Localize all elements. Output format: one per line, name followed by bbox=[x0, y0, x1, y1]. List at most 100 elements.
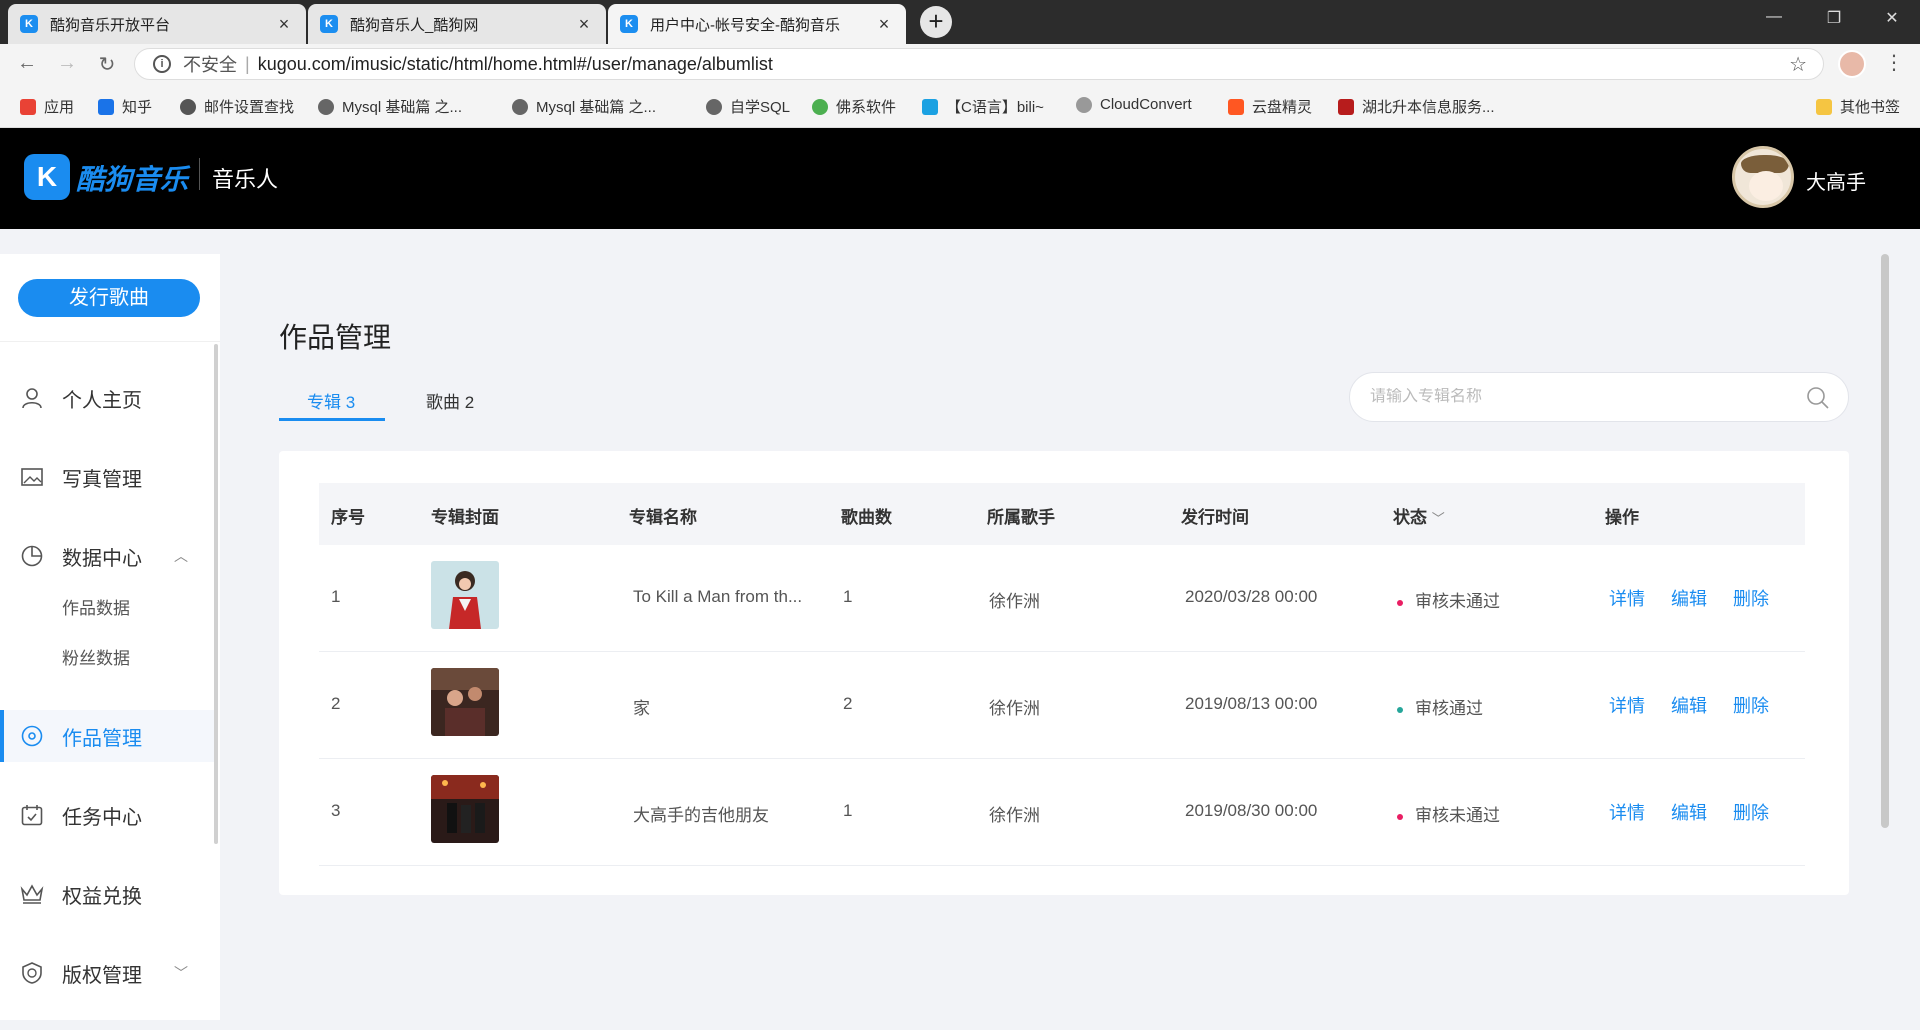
close-icon[interactable]: × bbox=[274, 14, 294, 35]
chevron-up-icon[interactable]: ︿ bbox=[174, 546, 188, 566]
column-header: 状态 bbox=[1393, 508, 1427, 527]
close-icon[interactable]: × bbox=[874, 14, 894, 35]
profile-avatar[interactable] bbox=[1838, 50, 1866, 78]
sidebar-item-label: 作品管理 bbox=[62, 727, 142, 750]
album-cover-image[interactable] bbox=[431, 775, 499, 843]
tab-albums[interactable]: 专辑 3 bbox=[307, 388, 355, 413]
globe-icon bbox=[512, 98, 528, 115]
chevron-down-icon[interactable]: ﹀ bbox=[1432, 511, 1445, 526]
status-text: 审核未通过 bbox=[1415, 806, 1500, 825]
user-name[interactable]: 大高手 bbox=[1806, 166, 1866, 195]
album-cover-image[interactable] bbox=[431, 668, 499, 736]
publish-song-button[interactable]: 发行歌曲 bbox=[18, 279, 200, 317]
kugou-favicon-icon: K bbox=[320, 15, 338, 33]
sidebar-subitem-fans-data[interactable]: 粉丝数据 bbox=[62, 644, 130, 669]
url-text[interactable]: kugou.com/imusic/static/html/home.html#/… bbox=[258, 54, 773, 75]
browser-tab-title: 酷狗音乐开放平台 bbox=[50, 16, 171, 34]
bookmark-item[interactable]: 湖北升本信息服务... bbox=[1338, 96, 1495, 117]
search-input[interactable] bbox=[1370, 388, 1790, 406]
sidebar-subitem-works-data[interactable]: 作品数据 bbox=[62, 594, 130, 619]
song-count: 2 bbox=[843, 694, 853, 713]
chevron-down-icon[interactable]: ﹀ bbox=[174, 963, 188, 983]
tab-songs[interactable]: 歌曲 2 bbox=[426, 388, 474, 413]
page-scrollbar[interactable] bbox=[1881, 254, 1889, 828]
sidebar-item-label: 版权管理 bbox=[62, 964, 142, 987]
column-header: 序号 bbox=[331, 508, 365, 527]
bookmark-star-icon[interactable]: ☆ bbox=[1789, 52, 1807, 77]
globe-icon bbox=[706, 98, 722, 115]
bookmark-item[interactable]: 【C语言】bili~ bbox=[922, 96, 1044, 117]
reload-icon[interactable]: ↻ bbox=[92, 52, 122, 77]
sidebar-item-copyright[interactable]: 版权管理 ﹀ bbox=[0, 947, 214, 999]
info-icon[interactable]: i bbox=[153, 55, 171, 73]
bookmark-item[interactable]: 自学SQL bbox=[706, 96, 790, 117]
bookmark-item[interactable]: 应用 bbox=[20, 96, 74, 117]
bookmark-label: CloudConvert bbox=[1100, 96, 1192, 113]
kugou-logo-icon[interactable]: K bbox=[24, 154, 70, 200]
album-name[interactable]: 家 bbox=[633, 694, 650, 719]
bookmarks-bar: 应用 知乎 邮件设置查找 Mysql 基础篇 之... Mysql 基础篇 之.… bbox=[0, 84, 1920, 128]
site-header: K 酷狗音乐 音乐人 大高手 bbox=[0, 128, 1920, 229]
column-header: 所属歌手 bbox=[987, 508, 1055, 527]
bookmark-item[interactable]: 知乎 bbox=[98, 96, 152, 117]
apps-grid-icon bbox=[20, 98, 36, 115]
status-badge: 审核未通过 bbox=[1397, 587, 1500, 612]
sidebar-item-label: 权益兑换 bbox=[62, 885, 142, 908]
logo-text[interactable]: 酷狗音乐 bbox=[76, 158, 188, 198]
album-name[interactable]: 大高手的吉他朋友 bbox=[633, 801, 769, 826]
sidebar-item-data-center[interactable]: 数据中心 ︿ bbox=[0, 530, 214, 582]
sidebar-item-photos[interactable]: 写真管理 bbox=[0, 451, 214, 503]
browser-tab-3[interactable]: K 用户中心-帐号安全-酷狗音乐 × bbox=[608, 4, 906, 44]
sidebar-item-works-management[interactable]: 作品管理 bbox=[0, 710, 214, 762]
restore-icon[interactable]: ❐ bbox=[1814, 8, 1854, 28]
search-icon[interactable] bbox=[1806, 386, 1830, 415]
browser-tab-2[interactable]: K 酷狗音乐人_酷狗网 × bbox=[308, 4, 606, 44]
sidebar-item-task-center[interactable]: 任务中心 bbox=[0, 789, 214, 841]
bookmark-item[interactable]: 佛系软件 bbox=[812, 96, 896, 117]
status-filter-header[interactable]: 状态 ﹀ bbox=[1393, 503, 1445, 528]
forward-arrow-icon[interactable]: → bbox=[52, 52, 82, 75]
bookmark-item[interactable]: CloudConvert bbox=[1076, 96, 1192, 113]
apple-icon bbox=[180, 98, 196, 115]
close-icon[interactable]: × bbox=[574, 14, 594, 35]
row-index: 1 bbox=[331, 587, 341, 606]
detail-link[interactable]: 详情 bbox=[1609, 585, 1645, 611]
kugou-favicon-icon: K bbox=[620, 15, 638, 33]
edit-link[interactable]: 编辑 bbox=[1671, 799, 1707, 825]
bookmark-item[interactable]: 邮件设置查找 bbox=[180, 96, 294, 117]
close-window-icon[interactable]: ✕ bbox=[1872, 8, 1912, 28]
delete-link[interactable]: 删除 bbox=[1733, 692, 1769, 718]
delete-link[interactable]: 删除 bbox=[1733, 585, 1769, 611]
other-bookmarks[interactable]: 其他书签 bbox=[1816, 96, 1900, 117]
browser-tab-title: 酷狗音乐人_酷狗网 bbox=[350, 16, 479, 34]
sidebar-scrollbar[interactable] bbox=[214, 344, 218, 844]
column-header: 专辑封面 bbox=[431, 508, 499, 527]
album-search[interactable] bbox=[1349, 372, 1849, 422]
delete-link[interactable]: 删除 bbox=[1733, 799, 1769, 825]
more-menu-icon[interactable]: ⋮ bbox=[1884, 50, 1904, 75]
album-cover-image[interactable] bbox=[431, 561, 499, 629]
sidebar: 发行歌曲 个人主页 写真管理 数据中心 ︿ 作品数据 粉丝数据 作品管理 任务中… bbox=[0, 254, 220, 1020]
sidebar-item-rights-exchange[interactable]: 权益兑换 bbox=[0, 868, 214, 920]
omnibox[interactable]: i 不安全 | kugou.com/imusic/static/html/hom… bbox=[134, 48, 1824, 80]
sidebar-item-profile[interactable]: 个人主页 bbox=[0, 372, 214, 424]
back-arrow-icon[interactable]: ← bbox=[12, 52, 42, 75]
minimize-icon[interactable]: — bbox=[1754, 8, 1794, 26]
status-dot-icon bbox=[1397, 813, 1403, 820]
bookmark-item[interactable]: Mysql 基础篇 之... bbox=[512, 96, 656, 117]
sidebar-item-label: 数据中心 bbox=[62, 547, 142, 570]
edit-link[interactable]: 编辑 bbox=[1671, 692, 1707, 718]
user-avatar[interactable] bbox=[1732, 146, 1794, 208]
detail-link[interactable]: 详情 bbox=[1609, 799, 1645, 825]
edit-link[interactable]: 编辑 bbox=[1671, 585, 1707, 611]
status-dot-icon bbox=[1397, 706, 1403, 713]
new-tab-button[interactable]: + bbox=[920, 6, 952, 38]
bookmark-item[interactable]: Mysql 基础篇 之... bbox=[318, 96, 462, 117]
bookmark-label: 自学SQL bbox=[730, 99, 791, 116]
album-name[interactable]: To Kill a Man from th... bbox=[633, 587, 802, 607]
browser-tab-1[interactable]: K 酷狗音乐开放平台 × bbox=[8, 4, 306, 44]
detail-link[interactable]: 详情 bbox=[1609, 692, 1645, 718]
bookmark-item[interactable]: 云盘精灵 bbox=[1228, 96, 1312, 117]
cloud-disk-icon bbox=[1228, 98, 1244, 115]
logo-divider bbox=[199, 158, 200, 190]
